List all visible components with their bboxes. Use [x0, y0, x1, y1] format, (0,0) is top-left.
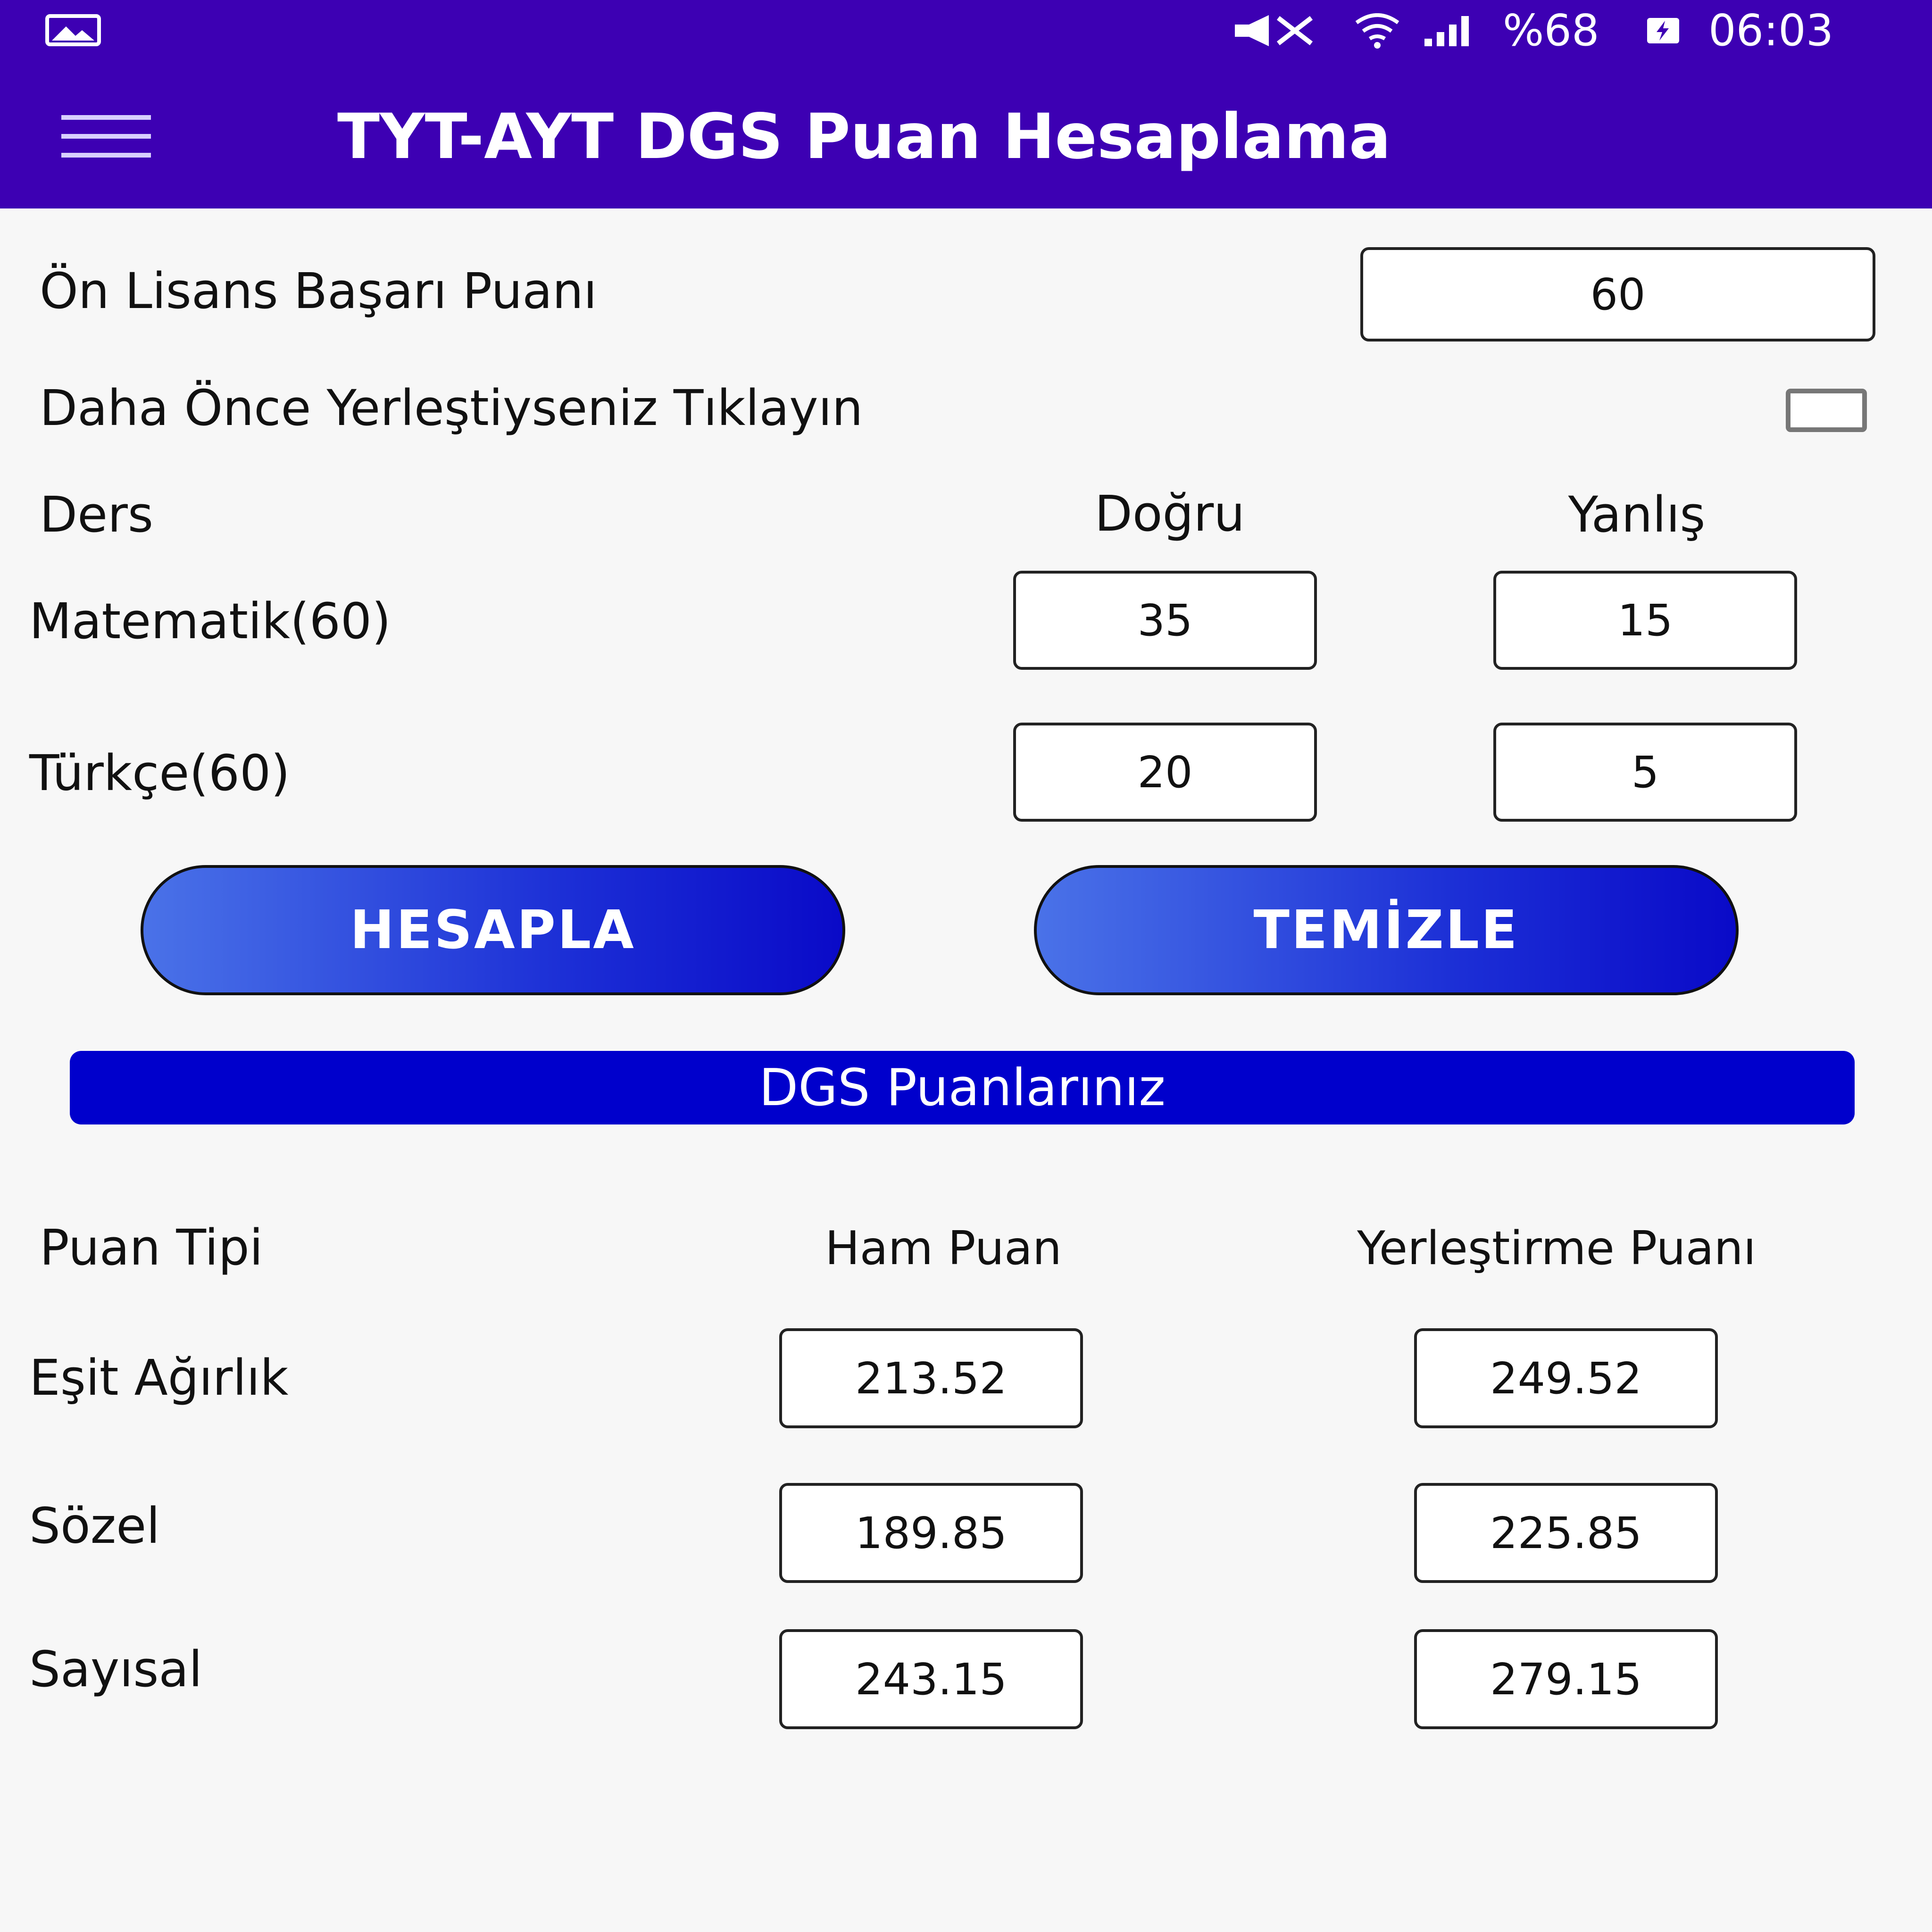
- mute-icon: [1235, 15, 1313, 46]
- wifi-icon: [1355, 13, 1399, 49]
- prev-placed-checkbox[interactable]: [1786, 389, 1867, 432]
- results-banner: DGS Puanlarınız: [70, 1051, 1855, 1124]
- yerlestirme-puani-header: Yerleştirme Puanı: [1357, 1222, 1756, 1275]
- battery-icon: [1647, 18, 1679, 43]
- dogru-header: Doğru: [1094, 485, 1245, 542]
- matematik-label: Matematik(60): [29, 592, 391, 650]
- sozel-raw-value: 189.85: [779, 1483, 1083, 1583]
- esit-agirlik-raw-value: 213.52: [779, 1328, 1083, 1428]
- yanlis-header: Yanlış: [1568, 486, 1706, 543]
- esit-agirlik-label: Eşit Ağırlık: [29, 1349, 289, 1407]
- prev-placed-label: Daha Önce Yerleştiyseniz Tıklayın: [40, 379, 863, 437]
- ders-header: Ders: [40, 486, 154, 543]
- esit-agirlik-placement-value: 249.52: [1414, 1328, 1718, 1428]
- sayisal-label: Sayısal: [29, 1641, 202, 1698]
- turkce-label: Türkçe(60): [29, 744, 290, 802]
- sozel-placement-value: 225.85: [1414, 1483, 1718, 1583]
- signal-icon: [1424, 16, 1469, 46]
- turkce-yanlis-input[interactable]: 5: [1493, 723, 1797, 822]
- battery-percent: %68: [1503, 5, 1599, 56]
- app-title: TYT-AYT DGS Puan Hesaplama: [337, 100, 1391, 173]
- puan-tipi-header: Puan Tipi: [40, 1219, 263, 1276]
- status-time: 06:03: [1708, 5, 1834, 56]
- sozel-label: Sözel: [29, 1497, 160, 1555]
- gallery-icon: [45, 14, 101, 46]
- on-lisans-label: Ön Lisans Başarı Puanı: [40, 262, 597, 320]
- sayisal-raw-value: 243.15: [779, 1629, 1083, 1729]
- status-bar: %68 06:03: [0, 0, 1932, 61]
- on-lisans-input[interactable]: 60: [1360, 247, 1875, 341]
- hesapla-button[interactable]: HESAPLA: [141, 865, 845, 995]
- matematik-yanlis-input[interactable]: 15: [1493, 571, 1797, 670]
- hamburger-menu-icon[interactable]: [61, 113, 151, 160]
- sayisal-placement-value: 279.15: [1414, 1629, 1718, 1729]
- turkce-dogru-input[interactable]: 20: [1013, 723, 1317, 822]
- temizle-button[interactable]: TEMİZLE: [1034, 865, 1739, 995]
- matematik-dogru-input[interactable]: 35: [1013, 571, 1317, 670]
- ham-puan-header: Ham Puan: [824, 1222, 1062, 1275]
